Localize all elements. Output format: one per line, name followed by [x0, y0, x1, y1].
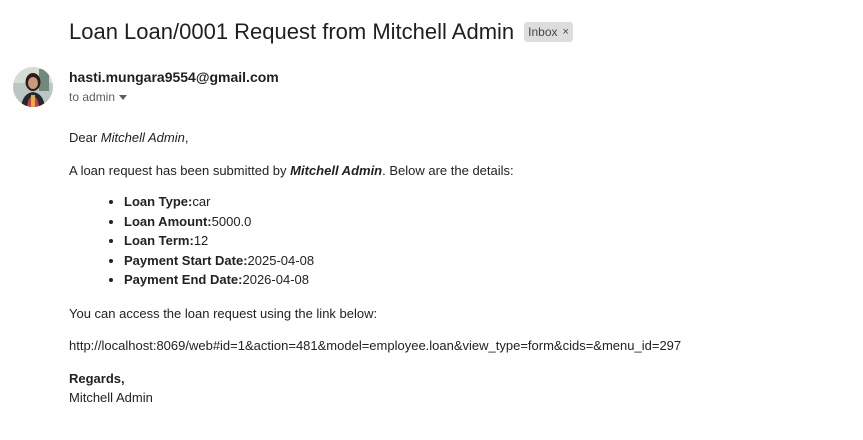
intro-suffix: . Below are the details:	[382, 163, 514, 178]
avatar[interactable]	[13, 67, 53, 107]
detail-loan-term: Loan Term:12	[124, 231, 314, 251]
chevron-down-icon[interactable]	[119, 94, 128, 100]
subject-row: Loan Loan/0001 Request from Mitchell Adm…	[69, 18, 573, 46]
recipient-toggle[interactable]: to admin	[69, 89, 128, 105]
greeting: Dear Mitchell Admin,	[69, 128, 188, 147]
email-view: Loan Loan/0001 Request from Mitchell Adm…	[0, 0, 863, 440]
email-subject: Loan Loan/0001 Request from Mitchell Adm…	[69, 19, 515, 44]
intro-name: Mitchell Admin	[290, 163, 383, 178]
intro-text: A loan request has been submitted by Mit…	[69, 161, 514, 180]
sender-email[interactable]: hasti.mungara9554@gmail.com	[69, 68, 279, 86]
detail-loan-amount: Loan Amount:5000.0	[124, 212, 314, 232]
inbox-label-text: Inbox	[528, 25, 558, 39]
greeting-name: Mitchell Admin	[100, 130, 185, 145]
detail-payment-end: Payment End Date:2026-04-08	[124, 270, 314, 290]
close-icon[interactable]: ×	[563, 26, 569, 38]
greeting-suffix: ,	[184, 130, 189, 145]
detail-payment-start: Payment Start Date:2025-04-08	[124, 251, 314, 271]
detail-loan-type: Loan Type:car	[124, 192, 314, 212]
signature-name: Mitchell Admin	[69, 390, 153, 405]
access-text: You can access the loan request using th…	[69, 306, 378, 321]
greeting-prefix: Dear	[69, 130, 101, 145]
regards: Regards,	[69, 371, 125, 386]
recipient-text: to admin	[69, 90, 116, 104]
inbox-label-chip[interactable]: Inbox ×	[524, 22, 573, 42]
intro-prefix: A loan request has been submitted by	[69, 163, 291, 178]
loan-request-link[interactable]: http://localhost:8069/web#id=1&action=48…	[69, 336, 681, 355]
loan-details-list: Loan Type:car Loan Amount:5000.0 Loan Te…	[69, 192, 314, 290]
